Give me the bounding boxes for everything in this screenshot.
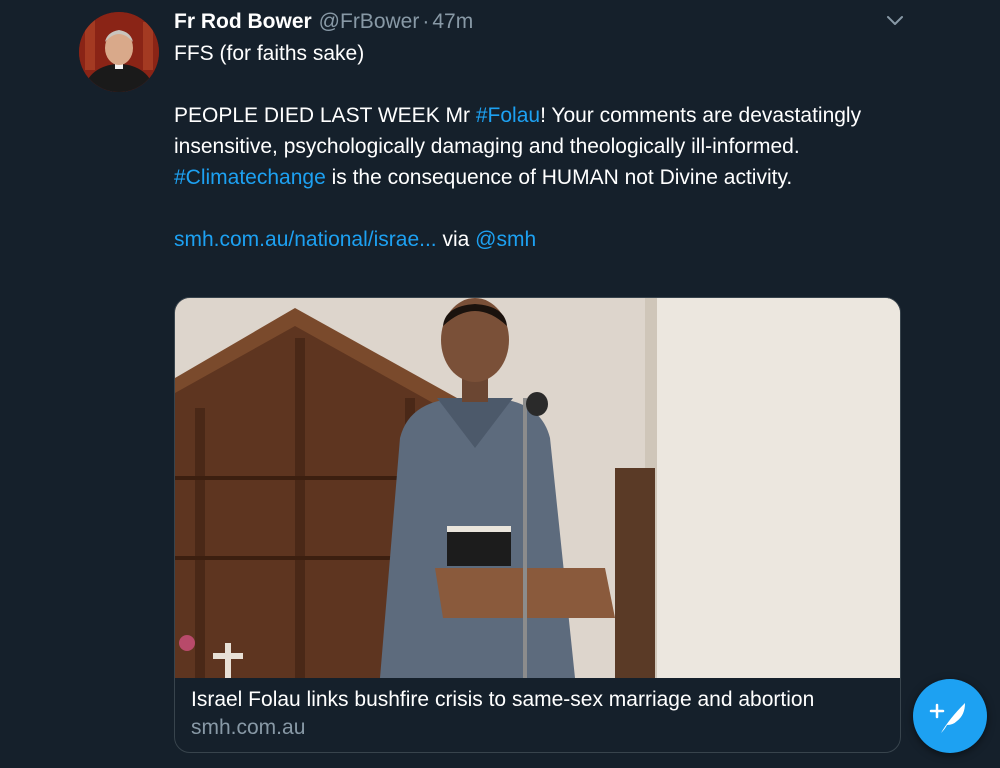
link-preview-card[interactable]: Israel Folau links bushfire crisis to sa…	[174, 297, 901, 753]
tweet-paragraph-2: PEOPLE DIED LAST WEEK Mr #Folau! Your co…	[174, 100, 894, 162]
tweet-body: FFS (for faiths sake) PEOPLE DIED LAST W…	[174, 38, 894, 255]
tweet-text-segment: PEOPLE DIED LAST WEEK Mr	[174, 104, 476, 127]
tweet-header: Fr Rod Bower @FrBower · 47m	[174, 6, 473, 38]
author-handle[interactable]: @FrBower	[319, 10, 420, 34]
mention-smh-link[interactable]: @smh	[475, 228, 536, 251]
card-domain: smh.com.au	[191, 716, 306, 739]
card-text: Israel Folau links bushfire crisis to sa…	[191, 686, 884, 742]
timestamp[interactable]: 47m	[432, 10, 473, 34]
card-title: Israel Folau links bushfire crisis to sa…	[191, 688, 815, 711]
compose-tweet-button[interactable]	[913, 679, 987, 753]
tweet-text-segment: is the consequence of HUMAN not Divine a…	[325, 166, 793, 189]
article-url-link[interactable]: smh.com.au/national/israe...	[174, 228, 437, 251]
separator-dot: ·	[422, 10, 430, 33]
tweet-link-line: smh.com.au/national/israe... via @smh	[174, 224, 894, 255]
tweet: Fr Rod Bower @FrBower · 47m FFS (for fai…	[0, 0, 1000, 768]
avatar-portrait-icon	[79, 12, 159, 92]
tweet-menu-button[interactable]	[882, 8, 908, 34]
hashtag-folau-link[interactable]: #Folau	[476, 104, 540, 127]
chevron-down-icon	[887, 16, 903, 25]
avatar[interactable]	[79, 12, 159, 92]
tweet-line-1: FFS (for faiths sake)	[174, 42, 365, 65]
hashtag-climatechange-link[interactable]: #Climatechange	[174, 166, 326, 189]
author-name[interactable]: Fr Rod Bower	[174, 10, 312, 34]
via-text: via	[436, 228, 476, 251]
article-thumbnail-image	[175, 298, 900, 678]
tweet-paragraph-3: #Climatechange is the consequence of HUM…	[174, 162, 894, 193]
compose-tweet-icon	[929, 703, 965, 733]
